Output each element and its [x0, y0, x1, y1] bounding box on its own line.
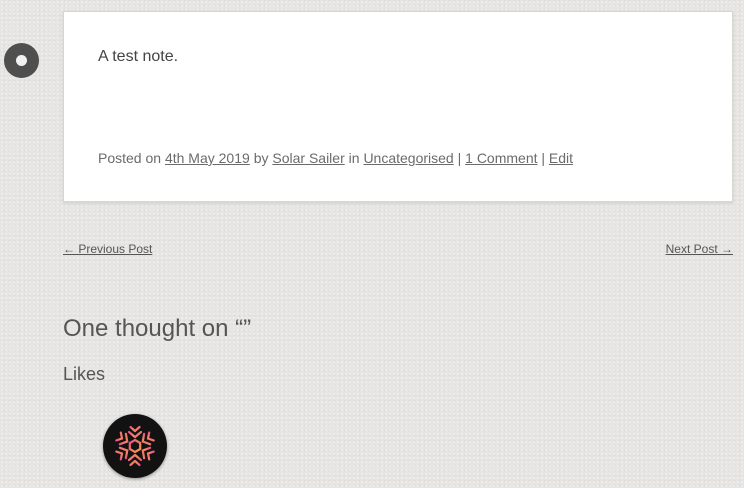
meta-separator: |: [457, 150, 462, 166]
next-post-link[interactable]: Next Post →: [666, 242, 733, 256]
edit-link[interactable]: Edit: [549, 150, 573, 166]
comments-title: One thought on “”: [63, 315, 252, 342]
post-content: A test note.: [98, 48, 179, 65]
liker-avatar[interactable]: [103, 414, 167, 478]
comments-link[interactable]: 1 Comment: [465, 150, 537, 166]
post-format-dot: [16, 55, 27, 66]
snowflake-icon: [112, 423, 158, 469]
by-label: by: [253, 150, 269, 166]
likes-heading: Likes: [63, 364, 106, 384]
post-format-icon: [4, 43, 39, 78]
author-link[interactable]: Solar Sailer: [272, 150, 344, 166]
meta-separator: |: [541, 150, 546, 166]
previous-post-link[interactable]: ← Previous Post: [63, 242, 152, 256]
in-label: in: [348, 150, 360, 166]
post-meta: Posted on 4th May 2019 by Solar Sailer i…: [98, 150, 573, 166]
posted-on-label: Posted on: [98, 150, 162, 166]
post-date-link[interactable]: 4th May 2019: [165, 150, 250, 166]
note-post-card: A test note. Posted on 4th May 2019 by S…: [63, 11, 733, 202]
category-link[interactable]: Uncategorised: [363, 150, 453, 166]
